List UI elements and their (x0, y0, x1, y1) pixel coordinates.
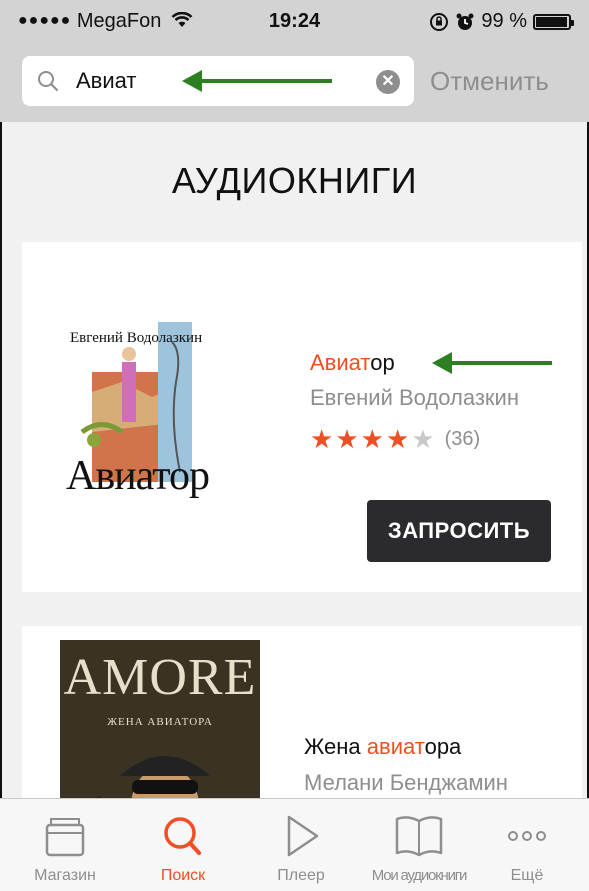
annotation-arrow (432, 352, 552, 374)
book-icon (395, 816, 443, 857)
tab-label: Поиск (160, 867, 206, 884)
book-title[interactable]: Авиатор (310, 350, 395, 376)
rating-count: (36) (444, 428, 481, 450)
tab-search[interactable]: Поиск (124, 799, 242, 891)
star-icon: ★ (335, 424, 359, 454)
search-icon (38, 71, 59, 92)
star-icon: ★ (310, 424, 334, 454)
book-card[interactable]: AMORE ЖЕНА АВИАТОРА Жена авиатора Мелани… (22, 626, 582, 826)
tab-bar: Магазин Поиск Плеер Мои аудиокниги Ещё (0, 798, 589, 891)
section-title: АУДИОКНИГИ (171, 160, 418, 201)
search-input[interactable]: Авиат ✕ (22, 56, 414, 106)
tab-label: Ещё (510, 867, 544, 884)
request-button[interactable]: ЗАПРОСИТЬ (367, 500, 551, 562)
status-bar: ●●●●● MegaFon 19:24 99 % (0, 0, 589, 46)
status-right: 99 % (429, 10, 574, 33)
annotation-arrow (182, 70, 332, 92)
alarm-icon (456, 13, 474, 30)
cover-subtitle-text: ЖЕНА АВИАТОРА (107, 716, 213, 728)
star-empty-icon: ★ (411, 424, 435, 454)
star-icon: ★ (385, 424, 410, 454)
title-rest: ора (424, 734, 462, 759)
tab-more[interactable]: Ещё (468, 799, 586, 891)
book-card[interactable]: Евгений Водолазкин Авиатор Авиатор Евген… (22, 242, 582, 592)
shop-icon (45, 818, 85, 857)
cover-author-text: Евгений Водолазкин (70, 330, 203, 346)
title-highlight: авиат (366, 734, 425, 759)
rating: ★ ★ ★ ★ ★ (36) (310, 424, 480, 455)
tab-player[interactable]: Плеер (242, 799, 360, 891)
cover-title-text: Авиатор (66, 453, 210, 499)
book-title[interactable]: Жена авиатора (304, 734, 461, 760)
cover-title-text: AMORE (63, 649, 257, 706)
rotation-lock-icon (430, 12, 449, 31)
title-highlight: Авиат (310, 350, 371, 375)
title-prefix: Жена (304, 734, 367, 759)
book-author: Евгений Водолазкин (310, 385, 519, 410)
more-icon (508, 831, 546, 841)
battery-icon (533, 13, 574, 30)
battery-percent: 99 % (481, 10, 527, 32)
cancel-button[interactable]: Отменить (430, 66, 549, 97)
book-author: Мелани Бенджамин (304, 770, 508, 795)
title-rest: ор (370, 350, 395, 375)
star-icon: ★ (360, 424, 384, 454)
search-query: Авиат (76, 68, 137, 93)
tab-label: Мои аудиокниги (371, 867, 468, 884)
play-icon (287, 815, 319, 857)
tab-label: Магазин (34, 867, 96, 884)
search-bar: Авиат ✕ Отменить (0, 46, 589, 122)
tab-label: Плеер (277, 867, 325, 884)
tab-shop[interactable]: Магазин (6, 799, 124, 891)
clear-icon[interactable]: ✕ (376, 70, 400, 94)
search-icon (164, 817, 201, 855)
tab-my-books[interactable]: Мои аудиокниги (360, 799, 478, 891)
